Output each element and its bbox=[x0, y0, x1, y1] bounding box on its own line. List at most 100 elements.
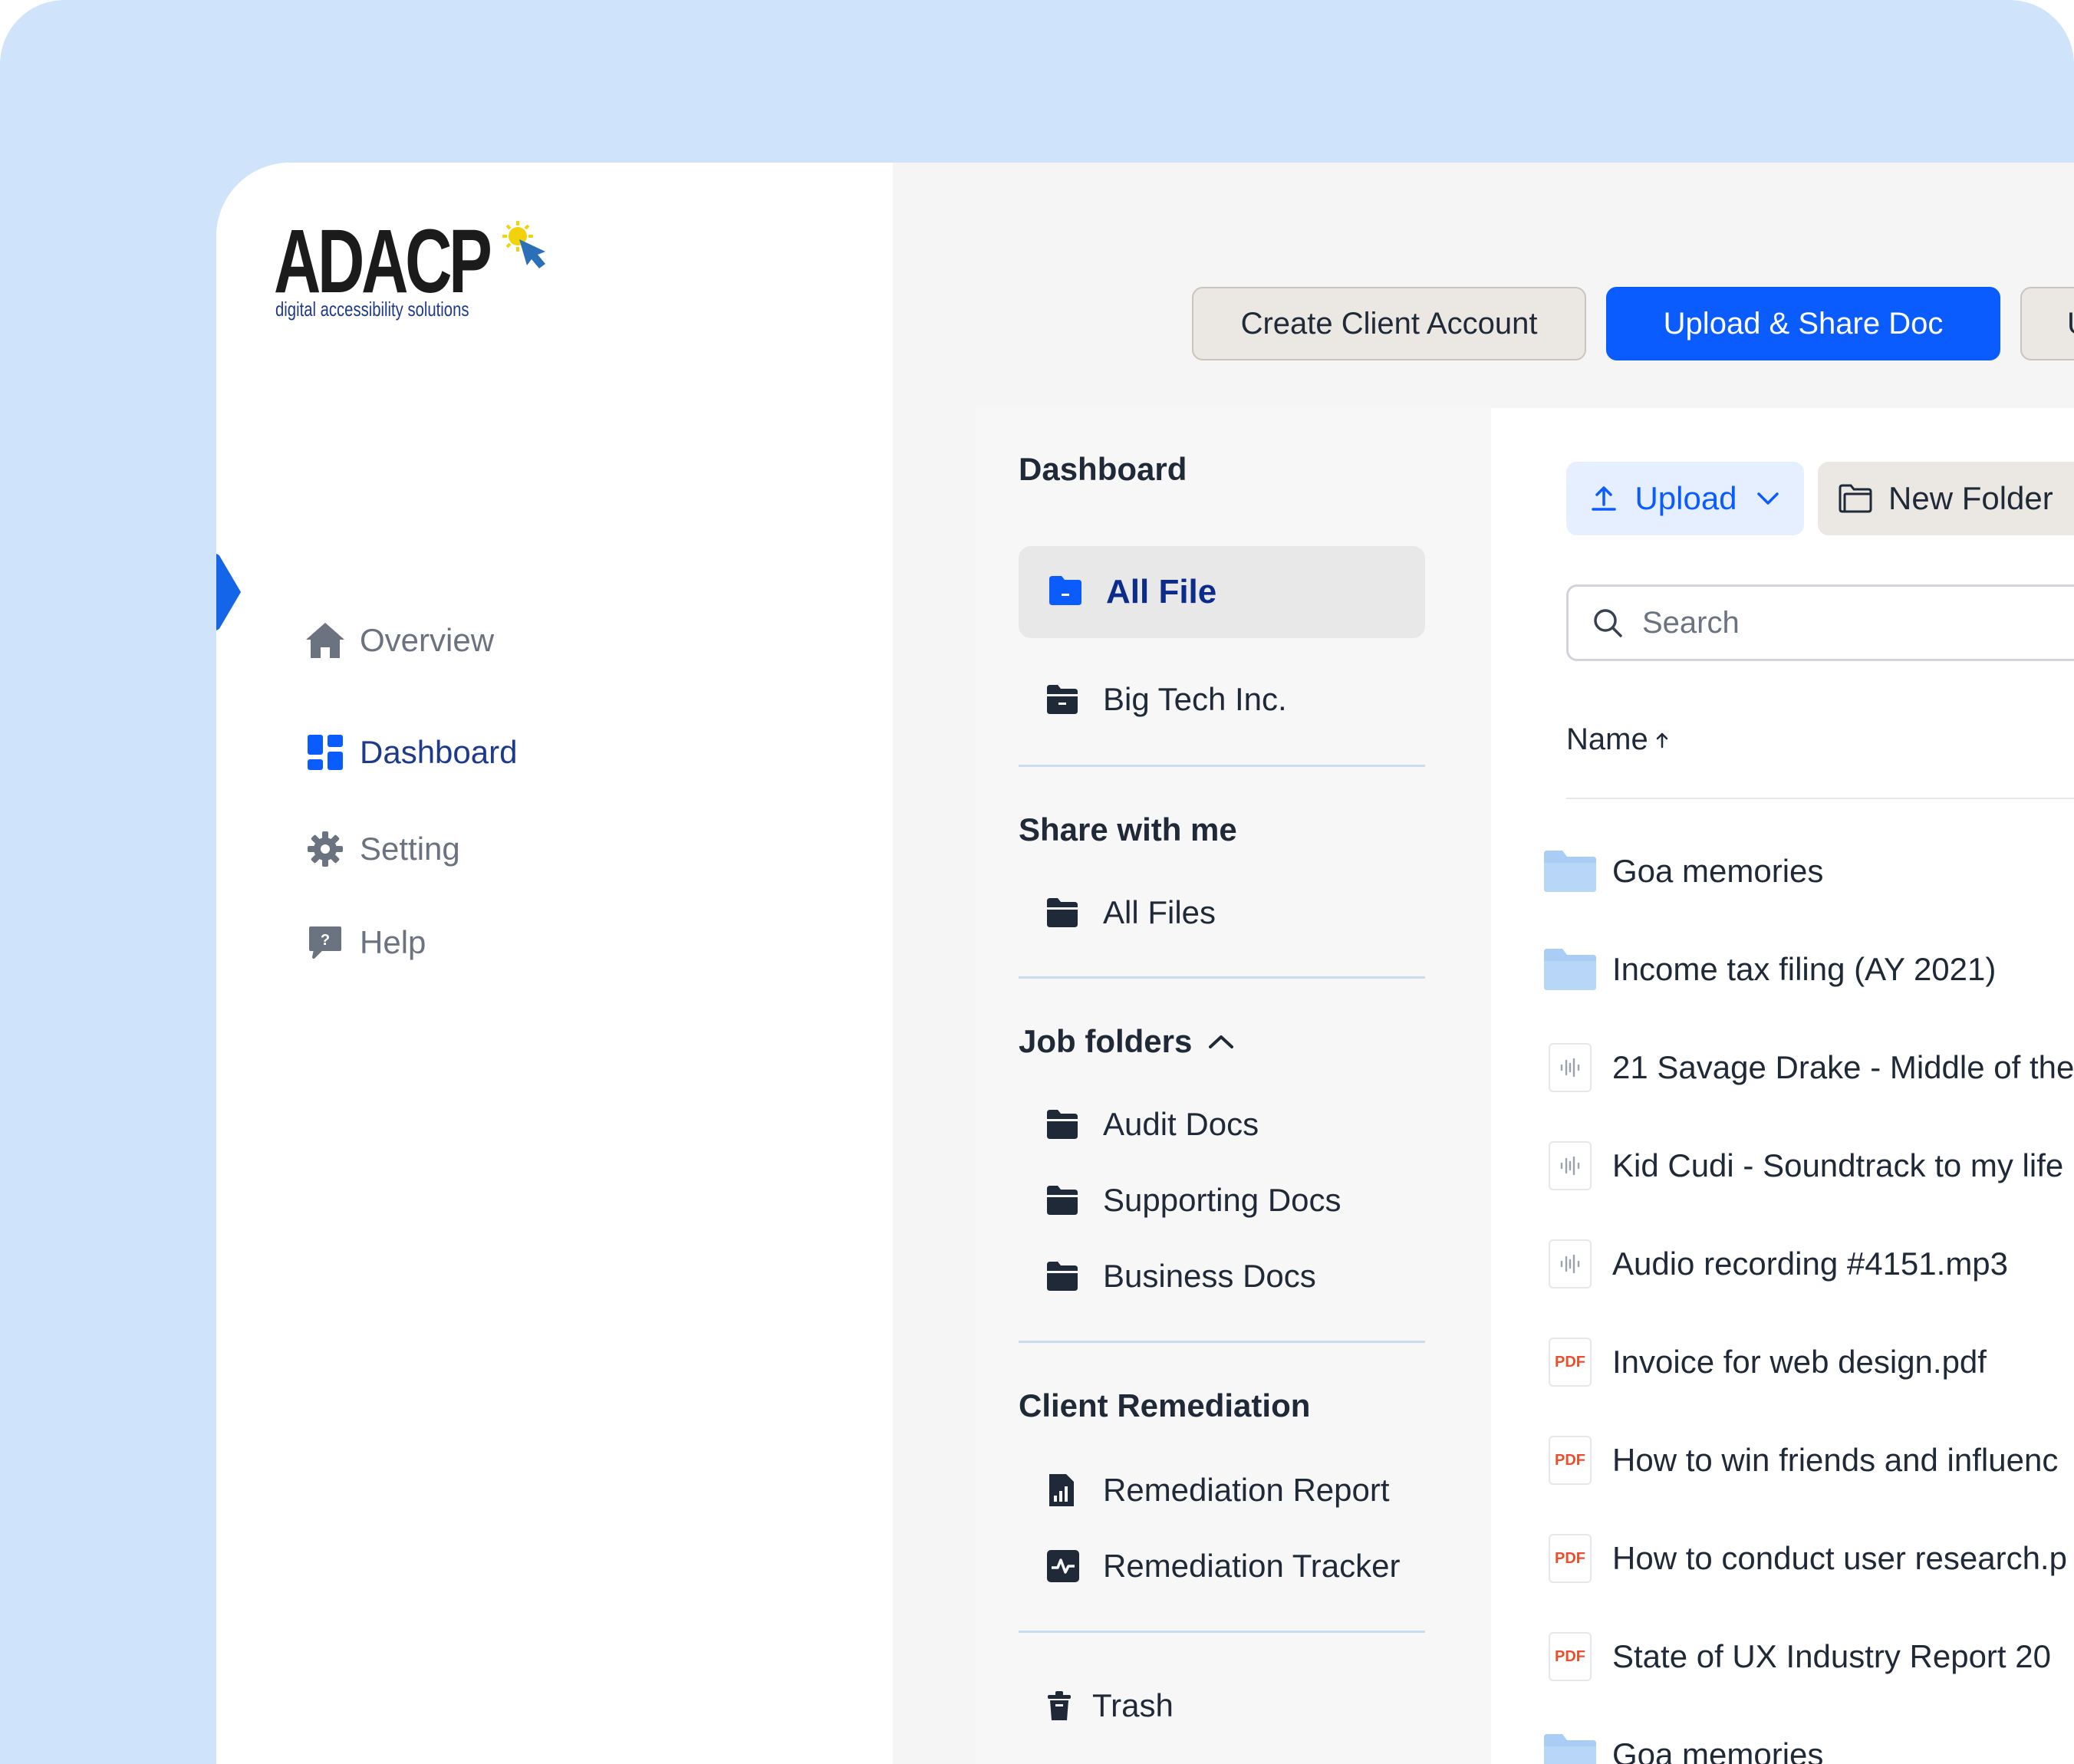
file-name: Goa memories bbox=[1612, 1736, 1824, 1764]
item-remediation-report[interactable]: Remediation Report bbox=[1046, 1472, 1390, 1509]
folder-share-all-files[interactable]: All Files bbox=[1046, 894, 1216, 931]
audio-file-icon bbox=[1542, 1043, 1598, 1092]
divider bbox=[1019, 1341, 1425, 1343]
divider bbox=[1019, 976, 1425, 979]
pdf-file-icon: PDF bbox=[1542, 1436, 1598, 1485]
file-row[interactable]: Kid Cudi - Soundtrack to my life bbox=[1542, 1135, 2063, 1196]
all-file-label: All File bbox=[1106, 573, 1217, 610]
trash-label: Trash bbox=[1092, 1687, 1174, 1723]
logo-wordmark: ADACP bbox=[274, 211, 492, 312]
file-row[interactable]: PDF State of UX Industry Report 20 bbox=[1542, 1626, 2051, 1687]
file-name: State of UX Industry Report 20 bbox=[1612, 1638, 2051, 1674]
user-account-button[interactable]: User Account bbox=[2020, 287, 2074, 360]
nav-item-dashboard[interactable]: Dashboard bbox=[305, 732, 517, 773]
upload-share-doc-button[interactable]: Upload & Share Doc bbox=[1606, 287, 2000, 360]
file-name: How to win friends and influenc bbox=[1612, 1442, 2059, 1478]
folder-label: Business Docs bbox=[1103, 1258, 1316, 1294]
file-name: Kid Cudi - Soundtrack to my life bbox=[1612, 1147, 2064, 1183]
activity-tracker-icon bbox=[1046, 1550, 1081, 1582]
search-box[interactable] bbox=[1566, 584, 2074, 661]
svg-text:?: ? bbox=[321, 932, 330, 949]
nav-label-help: Help bbox=[360, 924, 426, 960]
main-area: Create Client Account Upload & Share Doc… bbox=[893, 163, 2074, 1764]
pdf-badge: PDF bbox=[1549, 1632, 1592, 1681]
folder-business-docs[interactable]: Business Docs bbox=[1046, 1258, 1316, 1295]
file-name: Goa memories bbox=[1612, 853, 1824, 889]
section-title-share-with-me: Share with me bbox=[1019, 811, 1237, 847]
nav-item-setting[interactable]: Setting bbox=[305, 828, 460, 870]
file-row[interactable]: Income tax filing (AY 2021) bbox=[1542, 939, 1996, 1000]
file-row[interactable]: Goa memories bbox=[1542, 1724, 1823, 1764]
nav-label-setting: Setting bbox=[360, 831, 460, 867]
audio-file-icon bbox=[1542, 1239, 1598, 1288]
file-name: Audio recording #4151.mp3 bbox=[1612, 1246, 2009, 1282]
search-input[interactable] bbox=[1641, 604, 2073, 641]
folder-icon bbox=[1046, 1261, 1081, 1292]
upload-arrow-icon bbox=[1592, 486, 1617, 511]
folder-supporting-docs[interactable]: Supporting Docs bbox=[1046, 1182, 1342, 1219]
divider bbox=[1019, 765, 1425, 767]
file-row[interactable]: PDF How to conduct user research.p bbox=[1542, 1528, 2067, 1589]
file-name: How to conduct user research.p bbox=[1612, 1540, 2067, 1576]
file-row[interactable]: Goa memories bbox=[1542, 841, 1823, 902]
file-row[interactable]: 21 Savage Drake - Middle of the bbox=[1542, 1037, 2074, 1098]
pdf-file-icon: PDF bbox=[1542, 1534, 1598, 1583]
new-folder-label: New Folder bbox=[1888, 480, 2053, 516]
file-manager-panel: Dashboard All File Big Tech Inc. Share w… bbox=[976, 408, 2074, 1764]
pdf-file-icon: PDF bbox=[1542, 1632, 1598, 1681]
folder-icon bbox=[1046, 897, 1081, 928]
pdf-badge: PDF bbox=[1549, 1534, 1592, 1583]
chevron-up-icon bbox=[1209, 1035, 1234, 1048]
folder-icon bbox=[1542, 847, 1598, 896]
name-column-label: Name bbox=[1566, 722, 1648, 756]
sort-ascending-icon bbox=[1656, 732, 1667, 748]
file-name: 21 Savage Drake - Middle of the bbox=[1612, 1049, 2074, 1085]
big-tech-label: Big Tech Inc. bbox=[1103, 681, 1287, 717]
folder-audit-docs[interactable]: Audit Docs bbox=[1046, 1106, 1259, 1143]
item-remediation-tracker[interactable]: Remediation Tracker bbox=[1046, 1548, 1401, 1585]
section-title-dashboard: Dashboard bbox=[1019, 451, 1187, 487]
upload-dropdown-button[interactable]: Upload bbox=[1566, 462, 1804, 535]
item-trash[interactable]: Trash bbox=[1046, 1687, 1174, 1724]
app-window: ADACP digital accessibility solutions Ov… bbox=[216, 163, 2074, 1764]
new-folder-button[interactable]: New Folder bbox=[1818, 462, 2074, 535]
header-divider bbox=[1566, 798, 2074, 799]
folder-label: Audit Docs bbox=[1103, 1106, 1259, 1142]
create-client-account-button[interactable]: Create Client Account bbox=[1192, 287, 1586, 360]
folder-outline-icon bbox=[1839, 484, 1872, 513]
section-title-job-folders[interactable]: Job folders bbox=[1019, 1023, 1236, 1060]
file-row[interactable]: PDF How to win friends and influenc bbox=[1542, 1430, 2058, 1491]
search-icon bbox=[1594, 609, 1622, 637]
logo-tagline: digital accessibility solutions bbox=[275, 298, 469, 321]
job-folders-label: Job folders bbox=[1019, 1023, 1193, 1059]
active-nav-indicator bbox=[216, 550, 241, 634]
file-name: Invoice for web design.pdf bbox=[1612, 1344, 1987, 1380]
home-icon bbox=[305, 620, 346, 661]
remediation-tracker-label: Remediation Tracker bbox=[1103, 1548, 1401, 1584]
brand-logo: ADACP digital accessibility solutions bbox=[274, 211, 545, 324]
nav-item-help[interactable]: ? Help bbox=[305, 922, 426, 963]
file-name: Income tax filing (AY 2021) bbox=[1612, 951, 1997, 987]
folder-icon bbox=[1542, 1730, 1598, 1764]
file-row[interactable]: PDF Invoice for web design.pdf bbox=[1542, 1331, 1987, 1393]
help-bubble-icon: ? bbox=[305, 922, 346, 963]
pdf-badge: PDF bbox=[1549, 1436, 1592, 1485]
folder-tree: Dashboard All File Big Tech Inc. Share w… bbox=[976, 408, 1491, 1764]
folder-blue-icon bbox=[1048, 574, 1083, 610]
file-list-panel: Upload New Folder Name Goa memories Incom… bbox=[1491, 408, 2074, 1764]
click-hand-icon bbox=[502, 221, 545, 268]
nav-item-overview[interactable]: Overview bbox=[305, 620, 494, 661]
pdf-badge: PDF bbox=[1549, 1338, 1592, 1387]
sidebar: ADACP digital accessibility solutions Ov… bbox=[216, 163, 893, 1764]
folder-big-tech[interactable]: Big Tech Inc. bbox=[1046, 681, 1287, 718]
folder-label: Supporting Docs bbox=[1103, 1182, 1342, 1218]
section-title-client-remediation: Client Remediation bbox=[1019, 1387, 1311, 1423]
report-chart-icon bbox=[1046, 1474, 1081, 1506]
pdf-file-icon: PDF bbox=[1542, 1338, 1598, 1387]
name-column-header[interactable]: Name bbox=[1566, 722, 1671, 757]
nav-label-dashboard: Dashboard bbox=[360, 734, 518, 770]
folder-all-file[interactable]: All File bbox=[1019, 546, 1425, 638]
folder-icon bbox=[1046, 1109, 1081, 1140]
chevron-down-icon bbox=[1756, 492, 1779, 505]
file-row[interactable]: Audio recording #4151.mp3 bbox=[1542, 1233, 2008, 1295]
